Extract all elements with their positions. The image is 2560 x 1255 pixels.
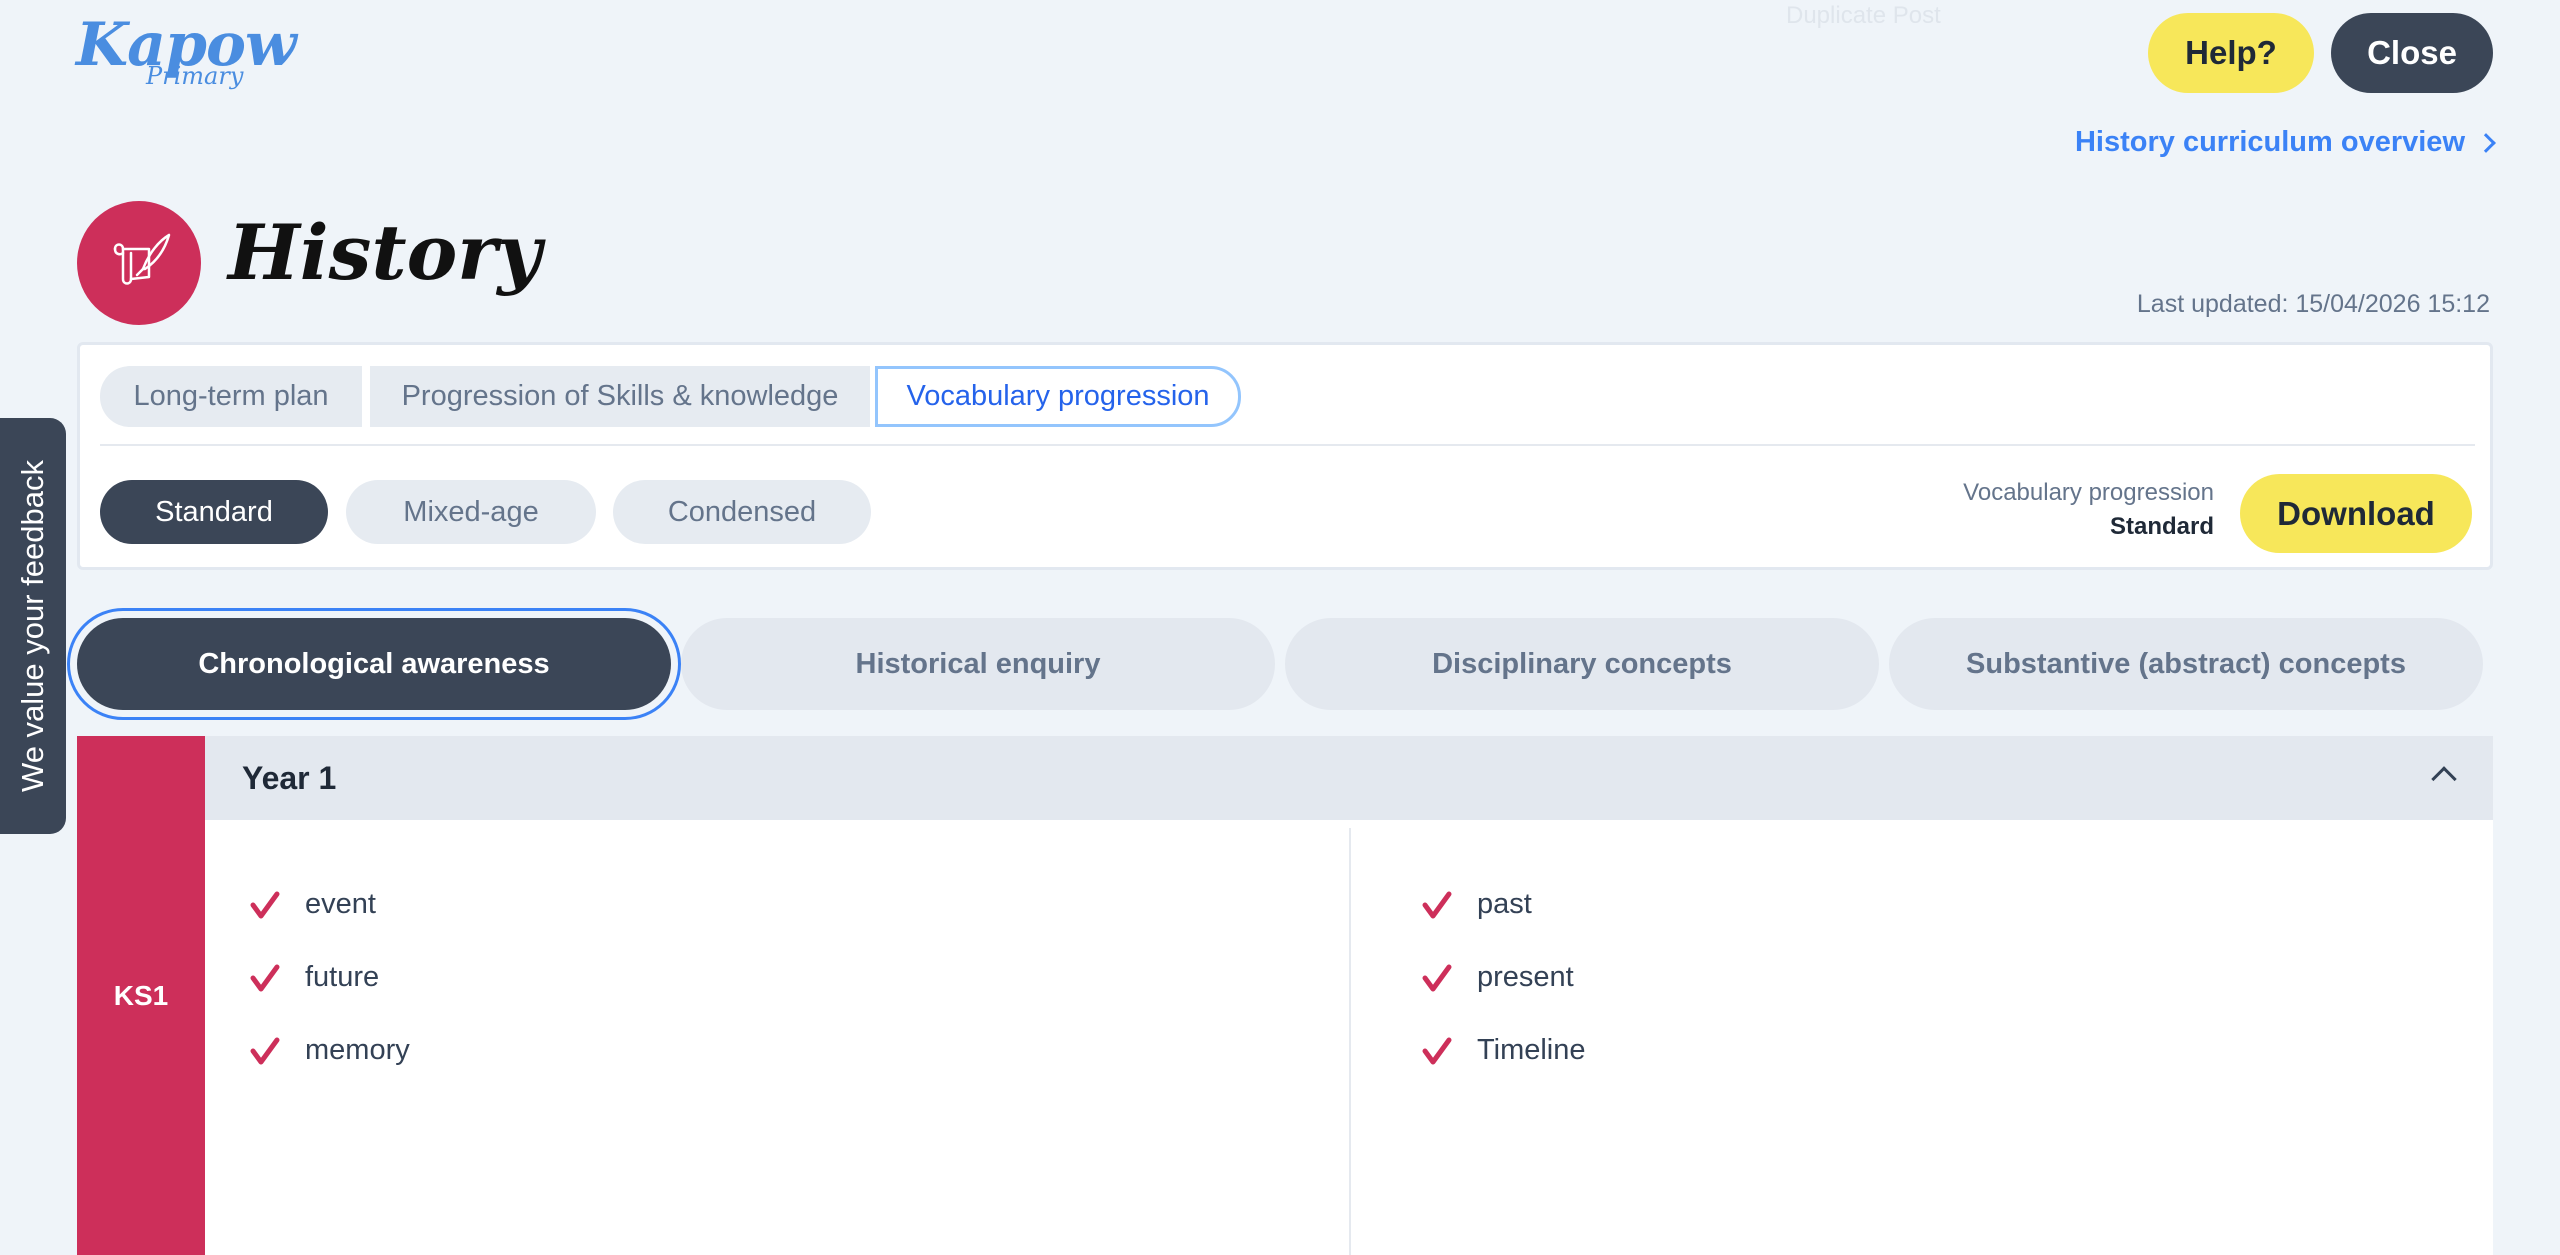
- vocabulary-word: past: [1477, 888, 1532, 920]
- vocabulary-word: present: [1477, 961, 1574, 993]
- list-item: past: [1421, 868, 1586, 941]
- checkmark-icon: [250, 964, 280, 991]
- download-info-mode: Standard: [2109, 513, 2214, 540]
- year-label: Year 1: [242, 760, 337, 796]
- key-stage-label: KS1: [77, 736, 205, 1255]
- last-updated-text: Last updated: 15/04/2026 15:12: [2136, 290, 2490, 318]
- checkmark-icon: [1422, 964, 1452, 991]
- vocabulary-word: memory: [305, 1034, 410, 1066]
- checkmark-icon: [250, 891, 280, 918]
- column-divider: [1349, 828, 1351, 1255]
- feedback-tab[interactable]: We value your feedback: [0, 418, 66, 834]
- scroll-quill-icon: [77, 201, 201, 325]
- download-button[interactable]: Download: [2240, 474, 2472, 553]
- list-item: Timeline: [1421, 1014, 1586, 1087]
- category-historical-enquiry[interactable]: Historical enquiry: [681, 618, 1275, 710]
- vocabulary-list: event future memory past present Timelin…: [205, 820, 2493, 1255]
- category-chronological-awareness[interactable]: Chronological awareness: [67, 608, 681, 720]
- category-disciplinary-concepts[interactable]: Disciplinary concepts: [1285, 618, 1879, 710]
- list-item: present: [1421, 941, 1586, 1014]
- vocabulary-column-right: past present Timeline: [1421, 868, 1586, 1087]
- feedback-label: We value your feedback: [15, 459, 50, 793]
- vocabulary-word: event: [305, 888, 376, 920]
- checkmark-icon: [1422, 1037, 1452, 1064]
- kapow-logo[interactable]: Kapow Primary: [76, 10, 297, 92]
- list-item: future: [249, 941, 410, 1014]
- year-accordion-header[interactable]: Year 1: [205, 736, 2493, 820]
- tab-vocabulary-progression[interactable]: Vocabulary progression: [875, 366, 1241, 427]
- plan-options-panel: Long-term plan Progression of Skills & k…: [77, 342, 2493, 570]
- tab-long-term-plan[interactable]: Long-term plan: [100, 366, 362, 427]
- vocabulary-word: future: [305, 961, 380, 993]
- mode-standard-button[interactable]: Standard: [100, 480, 328, 544]
- vocabulary-word: Timeline: [1477, 1034, 1586, 1066]
- help-button[interactable]: Help?: [2148, 13, 2314, 93]
- chevron-up-icon[interactable]: [2431, 766, 2457, 792]
- mode-condensed-button[interactable]: Condensed: [613, 480, 871, 544]
- checkmark-icon: [250, 1037, 280, 1064]
- curriculum-overview-link[interactable]: History curriculum overview: [2074, 126, 2496, 159]
- download-info-type: Vocabulary progression: [1963, 479, 2214, 506]
- ghost-text: Duplicate Post: [1786, 2, 1941, 29]
- curriculum-overview-label: History curriculum overview: [2074, 126, 2465, 158]
- list-item: memory: [249, 1014, 410, 1087]
- checkmark-icon: [1422, 891, 1452, 918]
- panel-divider: [100, 444, 2475, 446]
- close-button[interactable]: Close: [2331, 13, 2493, 93]
- page-title: History: [228, 208, 542, 297]
- download-info: Vocabulary progression Standard: [1963, 479, 2214, 541]
- category-substantive-concepts[interactable]: Substantive (abstract) concepts: [1889, 618, 2483, 710]
- chevron-right-icon: [2476, 132, 2496, 153]
- mode-mixed-age-button[interactable]: Mixed-age: [346, 480, 596, 544]
- vocabulary-column-left: event future memory: [249, 868, 410, 1087]
- list-item: event: [249, 868, 410, 941]
- key-stage-text: KS1: [113, 979, 169, 1011]
- logo-subtitle: Primary: [146, 62, 244, 90]
- tab-progression-skills-knowledge[interactable]: Progression of Skills & knowledge: [370, 366, 870, 427]
